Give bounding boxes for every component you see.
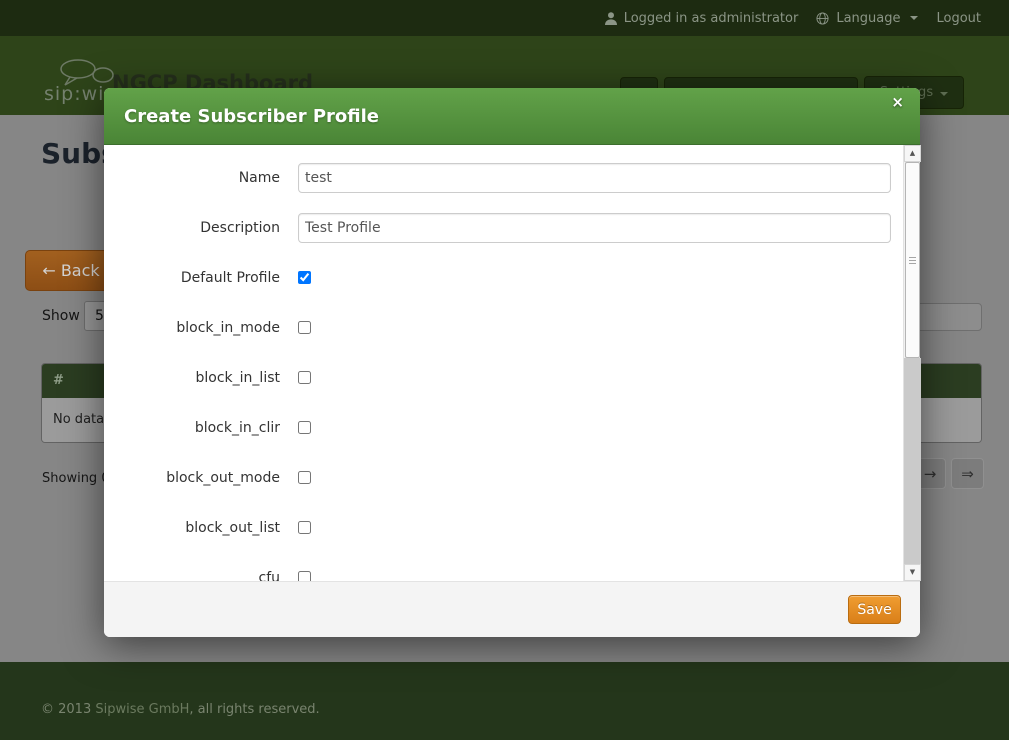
language-label: Language: [836, 11, 900, 26]
chevron-down-icon: [940, 92, 948, 96]
pagination-last-button[interactable]: ⇒: [951, 458, 984, 489]
cfu-checkbox[interactable]: [298, 571, 311, 581]
modal-body: Name Description Default Profile block_i…: [104, 145, 920, 581]
scrollbar-thumb[interactable]: [905, 162, 920, 358]
scrollbar-grip: [909, 260, 916, 261]
block-in-mode-checkbox[interactable]: [298, 321, 311, 334]
globe-icon: [816, 12, 829, 25]
scrollbar-track[interactable]: [904, 358, 921, 564]
back-arrow-icon: ←: [42, 261, 61, 280]
name-field[interactable]: [298, 163, 891, 193]
cfu-label: cfu: [104, 571, 280, 581]
logged-in-status: Logged in as administrator: [605, 11, 799, 26]
page-footer: © 2013 Sipwise GmbH, all rights reserved…: [0, 662, 1009, 740]
user-icon: [605, 12, 617, 25]
description-field[interactable]: [298, 213, 891, 243]
block-in-clir-checkbox[interactable]: [298, 421, 311, 434]
application-window: Logged in as administrator Language Logo…: [0, 0, 1009, 740]
top-bar-right: Logged in as administrator Language Logo…: [605, 0, 981, 36]
block-out-mode-label: block_out_mode: [104, 471, 280, 485]
default-profile-checkbox[interactable]: [298, 271, 311, 284]
save-button[interactable]: Save: [848, 595, 901, 624]
block-out-mode-checkbox[interactable]: [298, 471, 311, 484]
block-in-list-checkbox[interactable]: [298, 371, 311, 384]
modal-footer: Save: [104, 581, 920, 637]
default-profile-label: Default Profile: [104, 271, 280, 285]
modal-header: Create Subscriber Profile ×: [104, 88, 920, 145]
scroll-down-icon[interactable]: ▼: [904, 564, 921, 581]
chevron-down-icon: [910, 16, 918, 20]
block-in-mode-label: block_in_mode: [104, 321, 280, 335]
logged-in-label: Logged in as administrator: [624, 11, 799, 26]
close-icon[interactable]: ×: [891, 93, 904, 111]
description-label: Description: [104, 213, 280, 243]
block-in-clir-label: block_in_clir: [104, 421, 280, 435]
modal-scrollbar[interactable]: ▲ ▼: [903, 145, 920, 581]
block-out-list-checkbox[interactable]: [298, 521, 311, 534]
logout-label: Logout: [936, 11, 981, 26]
scroll-up-icon[interactable]: ▲: [904, 145, 921, 162]
language-menu[interactable]: Language: [816, 11, 918, 26]
create-subscriber-profile-modal: Create Subscriber Profile × Name Descrip…: [104, 88, 920, 637]
block-out-list-label: block_out_list: [104, 521, 280, 535]
show-entries-label: Show: [42, 308, 80, 324]
block-in-list-label: block_in_list: [104, 371, 280, 385]
modal-title: Create Subscriber Profile: [124, 88, 379, 145]
top-bar: Logged in as administrator Language Logo…: [0, 0, 1009, 36]
copyright-text: © 2013 Sipwise GmbH, all rights reserved…: [41, 702, 320, 717]
name-label: Name: [104, 163, 280, 193]
logout-link[interactable]: Logout: [936, 11, 981, 26]
company-link[interactable]: Sipwise GmbH: [95, 702, 189, 717]
